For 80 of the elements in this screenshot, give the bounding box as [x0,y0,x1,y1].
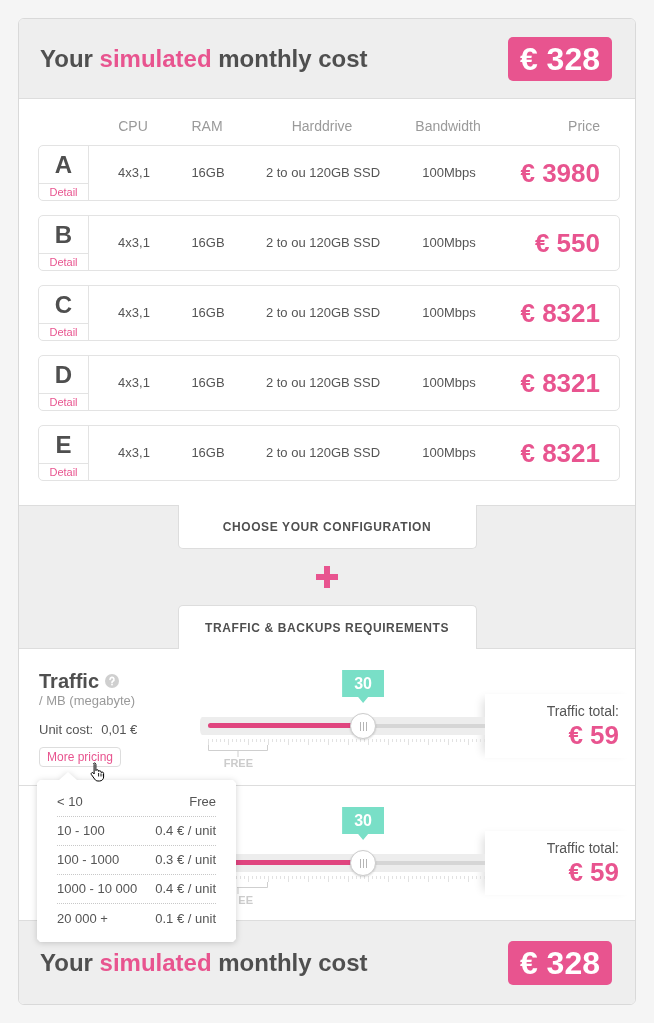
price-cell-text: € 8321 [520,370,601,396]
ram-cell-text: 16GB [191,164,225,183]
value-tooltip: 30 [342,807,385,840]
detail-link[interactable]: Detail [39,393,88,410]
detail-link[interactable]: Detail [39,183,88,200]
column-header: Price [568,117,601,136]
value-tooltip: 30 [342,670,385,703]
cpu-cell-text: 4x3,1 [118,304,150,323]
harddrive-cell-text: 2 to ou 120GB SSD [265,164,381,183]
cpu-cell-text: 4x3,1 [118,374,150,393]
price-cell-text: € 8321 [520,300,601,326]
price-cell-text: € 550 [534,230,601,256]
traffic-title: Traffic [39,671,100,691]
unit-text: / MB (megabyte) [39,693,137,709]
tier-range: 10 - 100 [57,822,105,841]
price-cell-text: € 8321 [520,440,601,466]
grip-icon [359,858,367,868]
plan-letter: E [54,429,73,460]
more-pricing-button[interactable]: More pricing [39,747,122,767]
plan-row[interactable]: A Detail 4x3,1 16GB 2 to ou 120GB SSD 100Mbps € 3980 [38,145,620,201]
plan-letter: A [53,149,74,180]
cost-title: Your simulated monthly cost [40,43,368,74]
grip-icon [359,721,367,731]
cost-title: Your simulated monthly cost [40,947,368,978]
unit-cost-value: 0,01 € [101,722,138,738]
unit-cost-label: Unit cost: [39,722,94,738]
column-header: CPU [118,117,148,136]
tier-price: 0.4 € / unit [155,880,216,899]
configuration-tab[interactable]: CHOOSE YOUR CONFIGURATION [177,505,477,549]
plan-letter: D [53,359,74,390]
harddrive-cell-text: 2 to ou 120GB SSD [265,444,381,463]
plan-letter: C [53,289,74,320]
traffic-backups-tab[interactable]: TRAFFIC & BACKUPS REQUIREMENTS [177,605,477,649]
plan-letter: B [53,219,74,250]
harddrive-cell-text: 2 to ou 120GB SSD [265,374,381,393]
detail-link[interactable]: Detail [39,253,88,270]
bandwidth-cell-text: 100Mbps [422,304,476,323]
column-header: RAM [191,117,223,136]
harddrive-cell-text: 2 to ou 120GB SSD [265,234,381,253]
tier-range: 20 000 + [57,909,108,928]
bracket-icon [208,745,268,757]
detail-link[interactable]: Detail [39,463,88,480]
plus-icon [316,566,338,588]
total-value: € 59 [568,857,619,887]
tier-range: < 10 [57,793,83,812]
plan-row[interactable]: C Detail 4x3,1 16GB 2 to ou 120GB SSD 100Mbps € 8321 [38,285,620,341]
bracket-icon [237,882,268,894]
total-label: Traffic total: [546,702,619,720]
ram-cell-text: 16GB [191,304,225,323]
total-badge: € 328 [507,940,612,985]
tier-price: 0.4 € / unit [155,822,216,841]
total-value: € 59 [568,720,619,750]
total-badge: € 328 [507,36,612,81]
tier-range: 1000 - 10 000 [57,880,138,899]
bandwidth-cell-text: 100Mbps [422,374,476,393]
help-icon[interactable] [105,674,120,688]
ram-cell-text: 16GB [191,374,225,393]
column-header: Harddrive [291,117,353,136]
plan-row[interactable]: B Detail 4x3,1 16GB 2 to ou 120GB SSD 100Mbps € 550 [38,215,620,271]
ram-cell-text: 16GB [191,234,225,253]
price-cell-text: € 3980 [520,160,601,186]
total-label: Traffic total: [546,839,619,857]
tier-range: 100 - 1000 [57,851,120,870]
tier-price: 0.1 € / unit [155,909,216,928]
tier-price: Free [189,793,216,812]
bandwidth-cell-text: 100Mbps [422,234,476,253]
ram-cell-text: 16GB [191,444,225,463]
tier-price: 0.3 € / unit [155,851,216,870]
column-header: Bandwidth [415,117,481,136]
bandwidth-cell-text: 100Mbps [422,444,476,463]
cpu-cell-text: 4x3,1 [118,164,150,183]
slider-thumb[interactable] [350,713,377,739]
detail-link[interactable]: Detail [39,323,88,340]
plan-row[interactable]: D Detail 4x3,1 16GB 2 to ou 120GB SSD 100Mbps € 8321 [38,355,620,411]
plan-row[interactable]: E Detail 4x3,1 16GB 2 to ou 120GB SSD 100Mbps € 8321 [38,425,620,481]
slider-thumb[interactable] [350,850,377,876]
cpu-cell-text: 4x3,1 [118,234,150,253]
harddrive-cell-text: 2 to ou 120GB SSD [265,304,381,323]
bandwidth-cell-text: 100Mbps [422,164,476,183]
cpu-cell-text: 4x3,1 [118,444,150,463]
